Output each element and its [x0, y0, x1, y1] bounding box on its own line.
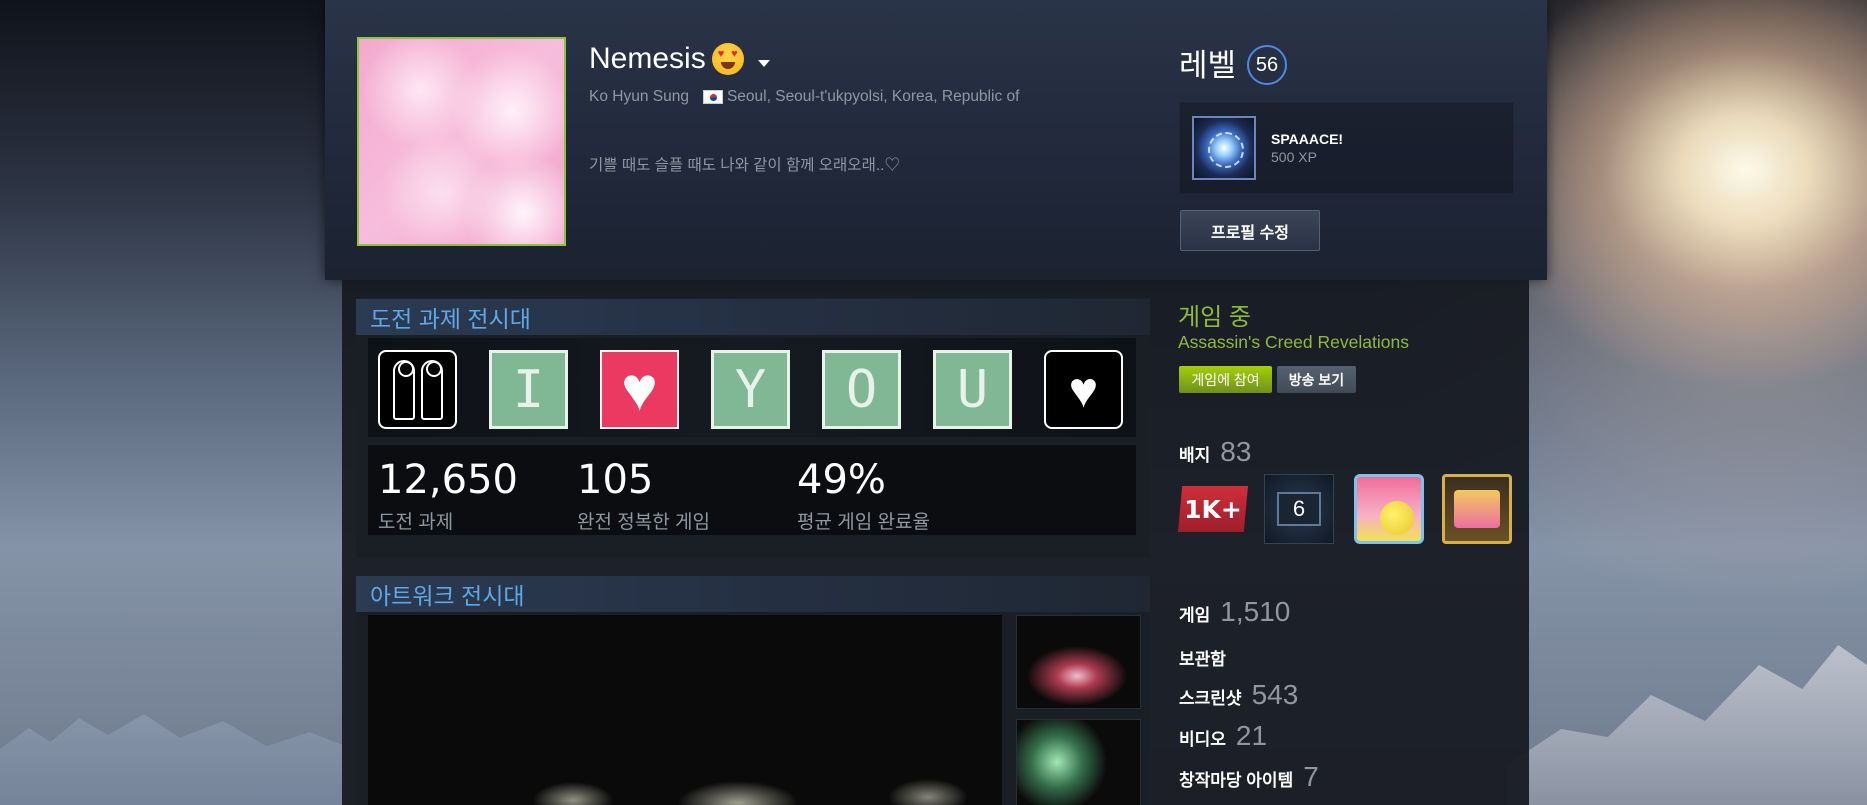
couple-icon [392, 359, 443, 420]
real-name-row: Ko Hyun Sung Seoul, Seoul-t'ukpyolsi, Ko… [589, 88, 1019, 106]
stat-value: 49% [797, 457, 886, 503]
count-value: 21 [1235, 720, 1268, 751]
artwork-main-image[interactable] [368, 615, 1002, 805]
achievement-tiles-row: I ♥ Y O U ♥ [368, 338, 1136, 437]
achievement-tile-letter: Y [734, 359, 767, 420]
current-game-link[interactable]: Assassin's Creed Revelations [1178, 332, 1409, 353]
badge-years-text: 6 [1277, 492, 1321, 526]
location-text: Seoul, Seoul-t'ukpyolsi, Korea, Republic… [726, 88, 1020, 105]
achievement-showcase-title: 도전 과제 전시대 [356, 299, 1150, 335]
achievement-tile[interactable]: ♥ [600, 350, 679, 429]
achievement-tile[interactable]: ♥ [1044, 350, 1123, 429]
stat-completion-rate: 49% 평균 게임 완료율 [797, 457, 930, 534]
favorite-badge[interactable]: SPAAACE! 500 XP [1179, 102, 1514, 194]
achievement-stats-row: 12,650 도전 과제 105 완전 정복한 게임 49% 평균 게임 완료율 [368, 445, 1136, 535]
profile-avatar[interactable] [357, 37, 566, 246]
count-value: 1,510 [1220, 596, 1291, 627]
achievement-tile-letter: U [956, 359, 989, 420]
badge-1k-text: 1K+ [1184, 494, 1242, 524]
count-value: 543 [1251, 679, 1299, 710]
count-label: 보관함 [1179, 650, 1226, 669]
stat-label: 도전 과제 [378, 512, 454, 533]
artwork-showcase-title: 아트워크 전시대 [356, 576, 1150, 612]
stat-value: 105 [577, 457, 654, 503]
badges-count[interactable]: 배지 83 [1179, 436, 1251, 468]
profile-summary: 기쁠 때도 슬플 때도 나와 같이 함께 오래오래..♡ [589, 157, 900, 174]
location: Seoul, Seoul-t'ukpyolsi, Korea, Republic… [702, 88, 1020, 106]
profile-content: 도전 과제 전시대 I ♥ Y O U ♥ 12,650 도전 과제 105 완… [342, 280, 1529, 805]
achievement-tile[interactable]: U [933, 350, 1012, 429]
heart-icon: ♥ [621, 354, 658, 424]
workshop-items-count[interactable]: 창작마당 아이템 7 [1179, 761, 1319, 793]
stat-perfect-games: 105 완전 정복한 게임 [577, 457, 710, 534]
persona-name-row[interactable]: Nemesis [589, 42, 770, 76]
badges-value: 83 [1220, 436, 1252, 467]
real-name: Ko Hyun Sung [589, 88, 689, 105]
videos-count[interactable]: 비디오 21 [1179, 720, 1267, 752]
artwork-showcase: 아트워크 전시대 [356, 575, 1150, 805]
count-label: 게임 [1179, 606, 1211, 625]
stat-label: 평균 게임 완료율 [797, 512, 930, 533]
level-label: 레벨 [1179, 48, 1237, 83]
name-history-dropdown-icon[interactable] [757, 59, 770, 67]
favorite-badge-name: SPAAACE! [1271, 131, 1344, 147]
badge-years-icon[interactable]: 6 [1264, 474, 1334, 544]
artwork-thumbnail[interactable] [1016, 719, 1141, 805]
achievement-tile[interactable] [378, 350, 457, 429]
achievement-showcase: 도전 과제 전시대 I ♥ Y O U ♥ 12,650 도전 과제 105 완… [356, 298, 1150, 558]
pixel-heart-icon: ♥ [1068, 361, 1099, 418]
level-badge[interactable]: 56 [1247, 45, 1287, 85]
persona-name: Nemesis [589, 42, 706, 75]
achievement-tile-letter: O [845, 359, 878, 420]
badges-label: 배지 [1179, 446, 1211, 465]
join-game-button[interactable]: 게임에 참여 [1179, 366, 1272, 393]
inventory-link[interactable]: 보관함 [1179, 645, 1226, 670]
count-label: 창작마당 아이템 [1179, 771, 1294, 790]
watch-broadcast-button[interactable]: 방송 보기 [1277, 366, 1356, 393]
artwork-thumbnail[interactable] [1016, 615, 1141, 709]
status-in-game: 게임 중 [1178, 304, 1251, 331]
favorite-badge-xp: 500 XP [1271, 149, 1317, 165]
edit-profile-button[interactable]: 프로필 수정 [1180, 210, 1320, 251]
count-label: 스크린샷 [1179, 689, 1242, 708]
profile-header: Nemesis Ko Hyun Sung Seoul, Seoul-t'ukpy… [325, 0, 1547, 280]
badge-1k-icon[interactable]: 1K+ [1178, 486, 1248, 532]
summer-completionist-badge-icon[interactable] [1442, 474, 1512, 544]
heart-eyes-emoji-icon [711, 43, 744, 75]
screenshots-count[interactable]: 스크린샷 543 [1179, 679, 1298, 711]
korea-flag-icon [702, 90, 723, 104]
achievement-tile-letter: I [512, 359, 545, 420]
achievement-tile[interactable]: O [822, 350, 901, 429]
stat-label: 완전 정복한 게임 [577, 512, 710, 533]
stat-value: 12,650 [378, 457, 518, 503]
count-value: 7 [1303, 761, 1319, 792]
achievement-tile[interactable]: I [489, 350, 568, 429]
spaaace-badge-icon [1192, 116, 1256, 180]
achievement-tile[interactable]: Y [711, 350, 790, 429]
summer-sale-badge-icon[interactable] [1354, 474, 1424, 544]
stat-achievements: 12,650 도전 과제 [378, 457, 518, 534]
count-label: 비디오 [1179, 730, 1226, 749]
games-count[interactable]: 게임 1,510 [1179, 596, 1290, 628]
